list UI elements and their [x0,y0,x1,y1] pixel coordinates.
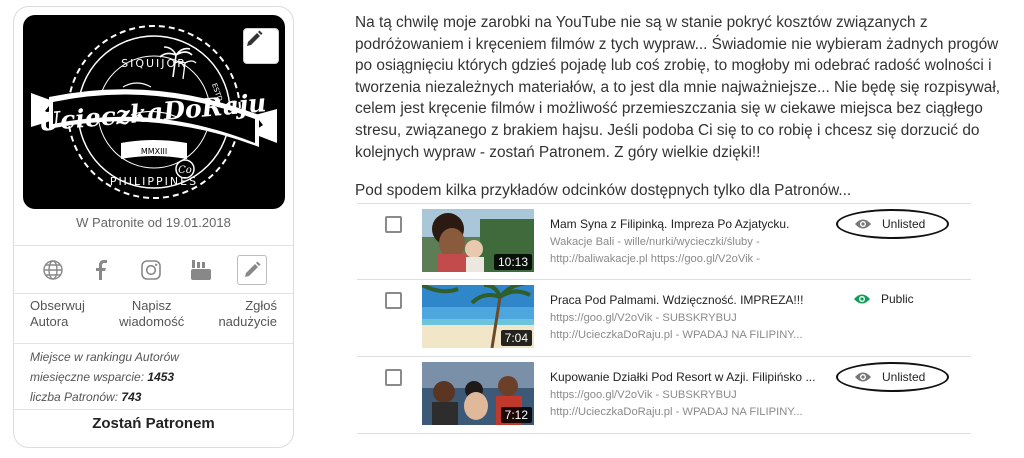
visibility-label: Unlisted [882,370,926,384]
eye-icon [854,371,872,383]
video-description: Wakacje Bali - wille/nurki/wycieczki/ślu… [550,236,760,265]
video-thumbnail[interactable]: 10:13 [422,209,534,272]
video-title[interactable]: Praca Pod Palmami. Wdzięczność. IMPREZA!… [550,293,803,307]
logo-bottom-text: PHILIPPINES [110,175,198,188]
video-thumbnail[interactable]: 7:12 [422,362,534,425]
video-title[interactable]: Mam Syna z Filipinką. Impreza Po Azjatyc… [550,217,789,231]
social-links [14,247,293,293]
divider [14,245,293,246]
facebook-icon[interactable] [89,257,115,283]
become-patron-button[interactable]: Zostań Patronem [14,415,293,432]
edit-logo-button[interactable] [243,28,279,64]
intro-paragraph: Na tą chwilę moje zarobki na YouTube nie… [355,14,1001,161]
video-duration: 7:04 [500,330,532,346]
visibility-status[interactable]: Unlisted [836,209,950,239]
monthly-support-value: 1453 [147,370,175,384]
ranking-label: Miejsce w rankingu Autorów [30,350,179,364]
patron-only-heading: Pod spodem kilka przykładów odcinków dos… [355,182,852,199]
youtube-icon[interactable] [188,257,214,283]
edit-socials-button[interactable] [237,255,268,285]
patron-count: liczba Patronów: 743 [30,390,142,404]
divider [14,343,293,344]
video-title[interactable]: Kupowanie Działki Pod Resort w Azji. Fil… [550,370,815,384]
logo-top-text: SIQUIJOR [121,57,187,70]
eye-icon [854,218,872,230]
monthly-support: miesięczne wsparcie: 1453 [30,370,175,384]
video-duration: 7:12 [500,407,532,423]
video-description: https://goo.gl/V2oVik - SUBSKRYBUJ http:/… [550,312,803,341]
video-checkbox[interactable] [385,216,402,233]
channel-logo: UcieczkaDoRaju SIQUIJOR PHILIPPINES ESTD… [23,15,285,209]
video-thumbnail[interactable]: 7:04 [422,285,534,348]
divider [14,409,293,410]
patron-since: W Patronite od 19.01.2018 [76,215,231,230]
patron-profile-card: UcieczkaDoRaju SIQUIJOR PHILIPPINES ESTD… [13,6,294,448]
eye-icon [853,293,871,305]
author-stats: Miejsce w rankingu Autorów miesięczne ws… [30,347,179,407]
video-row[interactable]: 7:12 Kupowanie Działki Pod Resort w Azji… [357,357,971,434]
pencil-icon [247,30,263,46]
follow-author-link[interactable]: Obserwuj Autora [30,294,85,342]
video-duration: 10:13 [493,254,532,270]
visibility-label: Unlisted [882,217,926,231]
video-checkbox[interactable] [385,369,402,386]
report-abuse-link[interactable]: Zgłoś nadużycie [218,294,277,342]
send-message-link[interactable]: Napisz wiadomość [119,294,184,342]
video-description: https://goo.gl/V2oVik - SUBSKRYBUJ http:/… [550,389,803,418]
pencil-icon [245,261,261,277]
profile-actions: Obserwuj Autora Napisz wiadomość Zgłoś n… [14,294,293,342]
logo-co-text: Co [178,165,192,176]
visibility-status[interactable]: Unlisted [836,362,950,392]
visibility-status[interactable]: Public [853,292,914,306]
video-row[interactable]: 7:04 Praca Pod Palmami. Wdzięczność. IMP… [357,280,971,357]
video-list: 10:13 Mam Syna z Filipinką. Impreza Po A… [357,203,971,434]
instagram-icon[interactable] [138,257,164,283]
patron-count-value: 743 [121,390,142,404]
video-row[interactable]: 10:13 Mam Syna z Filipinką. Impreza Po A… [357,203,971,280]
globe-icon[interactable] [40,257,66,283]
visibility-label: Public [881,292,914,306]
video-checkbox[interactable] [385,292,402,309]
logo-year-text: MMXIII [141,147,167,156]
